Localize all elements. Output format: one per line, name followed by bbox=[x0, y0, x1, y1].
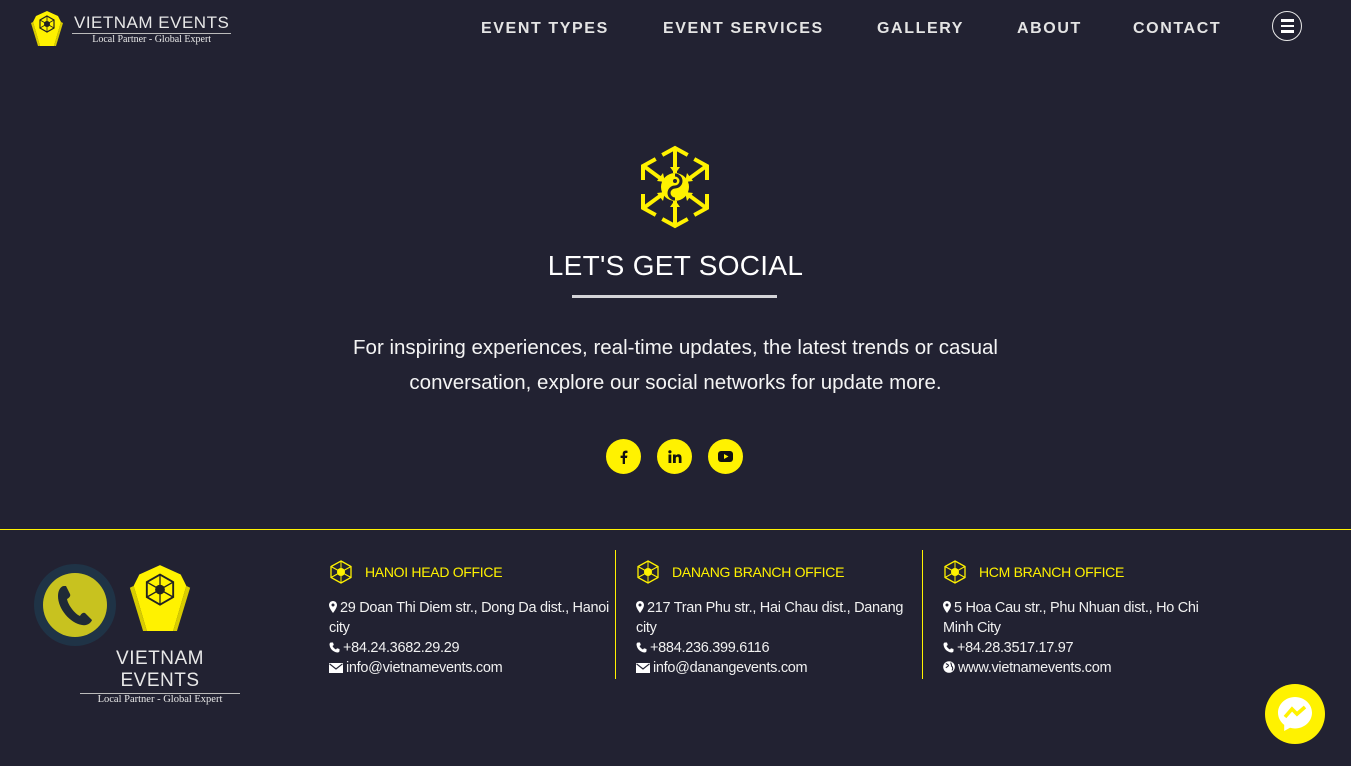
phone-icon bbox=[943, 642, 954, 653]
facebook-button[interactable] bbox=[606, 439, 641, 474]
hamburger-menu-icon-bar bbox=[1280, 30, 1294, 33]
office-title: HANOI HEAD OFFICE bbox=[365, 564, 503, 580]
hexagon-network-icon bbox=[636, 145, 714, 229]
hexagon-network-icon bbox=[944, 560, 966, 584]
linkedin-button[interactable] bbox=[657, 439, 692, 474]
hexagon-shield-logo-icon bbox=[129, 565, 191, 631]
office-address-text: 29 Doan Thi Diem str., Dong Da dist., Ha… bbox=[329, 600, 609, 636]
social-links bbox=[606, 439, 743, 474]
office-phone[interactable]: +84.28.3517.17.97 bbox=[943, 638, 1230, 658]
office-hanoi: HANOI HEAD OFFICE 29 Doan Thi Diem str.,… bbox=[329, 550, 616, 679]
office-phone-text[interactable]: +884.236.399.6116 bbox=[650, 640, 770, 656]
footer-logo-title: VIETNAM EVENTS bbox=[80, 648, 240, 694]
office-website-text[interactable]: www.vietnamevents.com bbox=[958, 660, 1112, 676]
call-button[interactable] bbox=[34, 564, 116, 646]
messenger-chat-button[interactable] bbox=[1265, 684, 1325, 744]
hexagon-network-icon bbox=[330, 560, 352, 584]
section-title: LET'S GET SOCIAL bbox=[547, 250, 804, 281]
office-phone[interactable]: +884.236.399.6116 bbox=[636, 638, 922, 658]
youtube-icon bbox=[718, 451, 733, 462]
office-address: 5 Hoa Cau str., Phu Nhuan dist., Ho Chi … bbox=[943, 598, 1230, 638]
nav-event-services[interactable]: EVENT SERVICES bbox=[663, 20, 824, 38]
logo-title: VIETNAM EVENTS bbox=[72, 12, 232, 34]
office-address: 217 Tran Phu str., Hai Chau dist., Danan… bbox=[636, 598, 922, 638]
hamburger-menu-icon-bar bbox=[1280, 24, 1294, 28]
office-email[interactable]: info@vietnamevents.com bbox=[329, 658, 615, 678]
footer-logo-subtitle: Local Partner - Global Expert bbox=[97, 694, 223, 705]
office-email-text[interactable]: info@danangevents.com bbox=[653, 660, 808, 676]
nav-event-types[interactable]: EVENT TYPES bbox=[481, 20, 609, 38]
nav-contact[interactable]: CONTACT bbox=[1133, 20, 1221, 38]
section-description: For inspiring experiences, real-time upd… bbox=[353, 336, 998, 394]
youtube-button[interactable] bbox=[708, 439, 743, 474]
site-logo[interactable]: VIETNAM EVENTS Local Partner - Global Ex… bbox=[30, 10, 232, 48]
footer-divider bbox=[0, 529, 1351, 530]
title-underline-divider bbox=[572, 295, 777, 298]
messenger-icon bbox=[1278, 697, 1312, 731]
phone-icon bbox=[636, 642, 647, 653]
map-marker-icon bbox=[943, 601, 951, 613]
map-marker-icon bbox=[329, 601, 337, 613]
linkedin-icon bbox=[667, 450, 681, 463]
envelope-icon bbox=[636, 663, 650, 673]
nav-about[interactable]: ABOUT bbox=[1017, 20, 1082, 38]
office-phone[interactable]: +84.24.3682.29.29 bbox=[329, 638, 615, 658]
nav-gallery[interactable]: GALLERY bbox=[877, 20, 964, 38]
office-title: DANANG BRANCH OFFICE bbox=[672, 564, 845, 580]
office-phone-text[interactable]: +84.24.3682.29.29 bbox=[343, 640, 460, 656]
office-address-text: 217 Tran Phu str., Hai Chau dist., Danan… bbox=[636, 600, 904, 636]
map-marker-icon bbox=[636, 601, 644, 613]
hamburger-menu-icon bbox=[1280, 19, 1294, 22]
office-email[interactable]: info@danangevents.com bbox=[636, 658, 922, 678]
phone-icon bbox=[329, 642, 340, 653]
office-phone-text[interactable]: +84.28.3517.17.97 bbox=[957, 640, 1074, 656]
hexagon-network-icon bbox=[637, 560, 659, 584]
phone-call-icon bbox=[58, 586, 92, 626]
envelope-icon bbox=[329, 663, 343, 673]
office-danang: DANANG BRANCH OFFICE 217 Tran Phu str., … bbox=[636, 550, 923, 679]
office-email-text[interactable]: info@vietnamevents.com bbox=[346, 660, 503, 676]
office-title: HCM BRANCH OFFICE bbox=[979, 564, 1125, 580]
office-address-text: 5 Hoa Cau str., Phu Nhuan dist., Ho Chi … bbox=[943, 600, 1199, 636]
hexagon-shield-logo-icon bbox=[31, 11, 63, 46]
logo-subtitle: Local Partner - Global Expert bbox=[92, 33, 212, 45]
office-hcm: HCM BRANCH OFFICE 5 Hoa Cau str., Phu Nh… bbox=[943, 550, 1230, 679]
facebook-icon bbox=[620, 450, 627, 464]
site-header: VIETNAM EVENTS Local Partner - Global Ex… bbox=[0, 0, 1351, 60]
hamburger-menu-button[interactable] bbox=[1272, 11, 1302, 41]
globe-icon bbox=[943, 661, 955, 673]
office-address: 29 Doan Thi Diem str., Dong Da dist., Ha… bbox=[329, 598, 615, 638]
office-website[interactable]: www.vietnamevents.com bbox=[943, 658, 1230, 678]
